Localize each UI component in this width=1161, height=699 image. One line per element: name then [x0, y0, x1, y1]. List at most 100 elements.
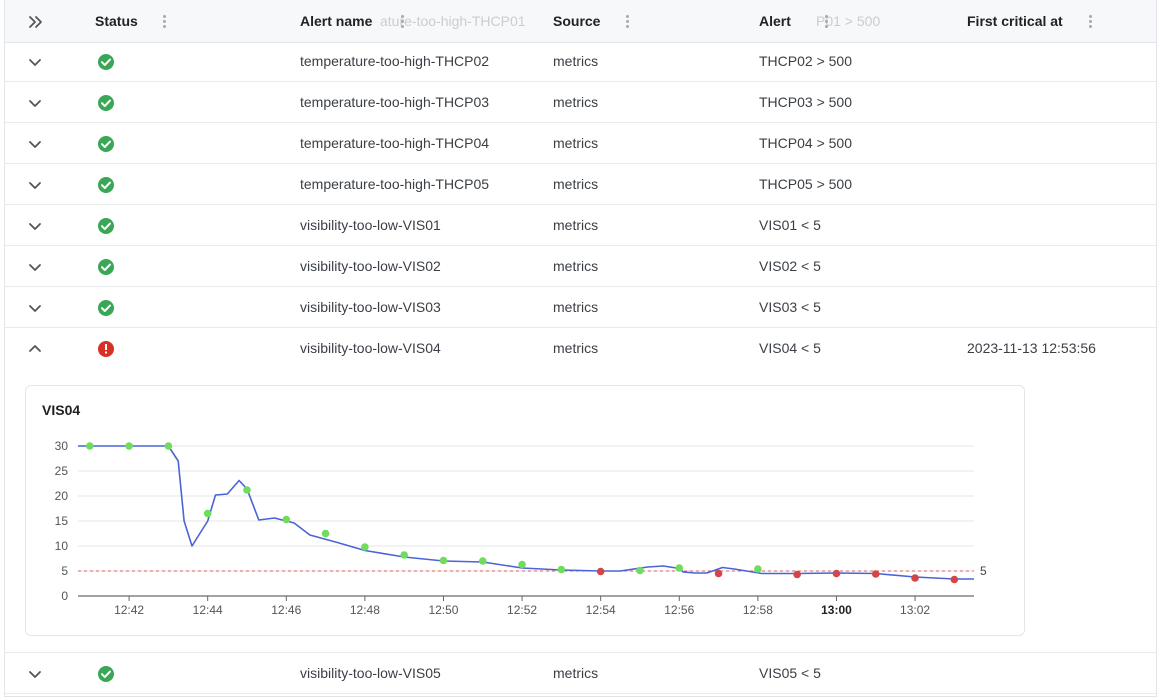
column-header-alert[interactable]: Alert: [759, 0, 791, 43]
ok-data-point: [675, 564, 684, 572]
ok-data-point: [243, 486, 251, 494]
table-row[interactable]: temperature-too-high-THCP03 metrics THCP03…: [5, 82, 1156, 123]
critical-data-point: [793, 570, 801, 579]
critical-data-point: [832, 569, 841, 578]
critical-data-point: [911, 574, 919, 582]
check-circle-icon: [98, 218, 114, 234]
series-line: [78, 445, 974, 580]
x-tick-label: 12:48: [350, 603, 380, 617]
table-row[interactable]: visibility-too-low-VIS01 metrics VIS01 < 5: [5, 205, 1156, 246]
critical-data-point: [871, 570, 880, 578]
column-header-source[interactable]: Source: [553, 0, 600, 43]
alert-condition-cell: VIS04 < 5: [759, 340, 821, 356]
x-tick-label: 12:54: [586, 603, 616, 617]
table-row[interactable]: temperature-too-high-THCP05 metrics THCP05…: [5, 164, 1156, 205]
alert-column-menu-icon[interactable]: [821, 14, 833, 30]
first-critical-column-menu-icon[interactable]: [1085, 14, 1097, 30]
ok-data-point: [400, 551, 408, 559]
chevron-down-icon[interactable]: [27, 177, 43, 193]
alert-name-cell: temperature-too-high-THCP02: [300, 53, 490, 69]
check-circle-icon: [98, 177, 114, 193]
y-tick-label: 25: [55, 464, 69, 478]
table-row[interactable]: temperature-too-high-THCP02 metrics THCP02…: [5, 41, 1156, 82]
expanded-row-detail: VIS04 0 5 10 15 20 25 30 12:42 12:44 12:46 12:48 12…: [5, 368, 1156, 653]
ok-data-point: [282, 515, 291, 524]
ok-data-point: [518, 560, 526, 569]
source-cell: metrics: [553, 217, 599, 233]
alert-condition-cell: VIS05 < 5: [759, 665, 821, 681]
check-circle-icon: [98, 666, 114, 682]
alert-condition-cell: THCP02 > 500: [759, 53, 852, 69]
critical-data-point: [714, 569, 723, 578]
y-tick-label: 0: [61, 589, 68, 603]
check-circle-icon: [98, 54, 114, 70]
check-circle-icon: [98, 300, 114, 316]
alerts-table: Status ature-too-high-THCP01 Alert name …: [4, 0, 1157, 697]
x-tick-label: 13:02: [900, 603, 930, 617]
x-tick-label: 13:00: [821, 603, 852, 617]
x-tick-label: 12:50: [428, 603, 458, 617]
check-circle-icon: [98, 95, 114, 111]
source-cell: metrics: [553, 94, 599, 110]
check-circle-icon: [98, 136, 114, 152]
error-icon: [98, 341, 114, 357]
alert-condition-cell: THCP05 > 500: [759, 176, 852, 192]
ok-data-point: [439, 556, 448, 565]
x-tick-label: 12:42: [114, 603, 144, 617]
source-cell: metrics: [553, 176, 599, 192]
chevron-down-icon[interactable]: [27, 666, 43, 682]
chevron-down-icon[interactable]: [27, 300, 43, 316]
alert-name-cell: visibility-too-low-VIS04: [300, 340, 441, 356]
y-tick-label: 30: [55, 439, 69, 453]
status-column-menu-icon[interactable]: [159, 14, 171, 30]
source-column-menu-icon[interactable]: [622, 14, 634, 30]
table-row[interactable]: visibility-too-low-VIS03 metrics VIS03 < 5: [5, 287, 1156, 328]
ok-data-point: [478, 557, 487, 565]
chevron-down-icon[interactable]: [27, 259, 43, 275]
x-tick-label: 12:44: [193, 603, 223, 617]
alert-name-column-menu-icon[interactable]: [397, 14, 409, 30]
alert-name-cell: temperature-too-high-THCP04: [300, 135, 490, 151]
x-tick-label: 12:52: [507, 603, 537, 617]
chart-card: VIS04 0 5 10 15 20 25 30 12:42 12:44 12:46 12:48 12…: [25, 385, 1025, 636]
threshold-label: 5: [980, 564, 987, 578]
alert-condition-cell: THCP04 > 500: [759, 135, 852, 151]
first-critical-at-cell: 2023-11-13 12:53:56: [967, 340, 1096, 356]
alert-condition-cell: VIS01 < 5: [759, 217, 821, 233]
chevron-down-icon[interactable]: [27, 218, 43, 234]
ok-data-point: [754, 565, 762, 573]
column-header-alert-name[interactable]: Alert name: [300, 0, 372, 43]
source-cell: metrics: [553, 340, 599, 356]
alert-name-cell: visibility-too-low-VIS03: [300, 299, 441, 315]
source-cell: metrics: [553, 299, 599, 315]
column-header-first-critical-at[interactable]: First critical at: [967, 0, 1063, 43]
alert-condition-cell: VIS03 < 5: [759, 299, 821, 315]
ok-data-point: [203, 509, 212, 518]
ok-data-point: [164, 442, 173, 450]
critical-data-point: [596, 567, 605, 576]
critical-data-point: [950, 575, 959, 584]
chevron-down-icon[interactable]: [27, 136, 43, 152]
column-header-status[interactable]: Status: [95, 0, 138, 43]
chevron-up-icon[interactable]: [27, 341, 43, 357]
ok-data-point: [85, 442, 94, 450]
y-tick-label: 20: [55, 489, 69, 503]
source-cell: metrics: [553, 135, 599, 151]
source-cell: metrics: [553, 53, 599, 69]
y-tick-label: 5: [61, 564, 68, 578]
check-circle-icon: [98, 259, 114, 275]
table-row[interactable]: visibility-too-low-VIS04 metrics VIS04 < 5…: [5, 328, 1156, 369]
ok-data-point: [557, 565, 566, 574]
x-tick-label: 12:58: [743, 603, 773, 617]
alert-name-cell: temperature-too-high-THCP05: [300, 176, 490, 192]
table-row[interactable]: visibility-too-low-VIS05 metrics VIS05 < 5: [5, 653, 1156, 694]
table-row[interactable]: temperature-too-high-THCP04 metrics THCP04…: [5, 123, 1156, 164]
chevron-down-icon[interactable]: [27, 95, 43, 111]
expand-all-icon[interactable]: [27, 13, 45, 31]
ok-data-point: [125, 442, 133, 450]
alert-condition-cell: VIS02 < 5: [759, 258, 821, 274]
y-tick-label: 10: [55, 539, 69, 553]
alert-name-cell: visibility-too-low-VIS02: [300, 258, 441, 274]
chevron-down-icon[interactable]: [27, 54, 43, 70]
table-row[interactable]: visibility-too-low-VIS02 metrics VIS02 < 5: [5, 246, 1156, 287]
